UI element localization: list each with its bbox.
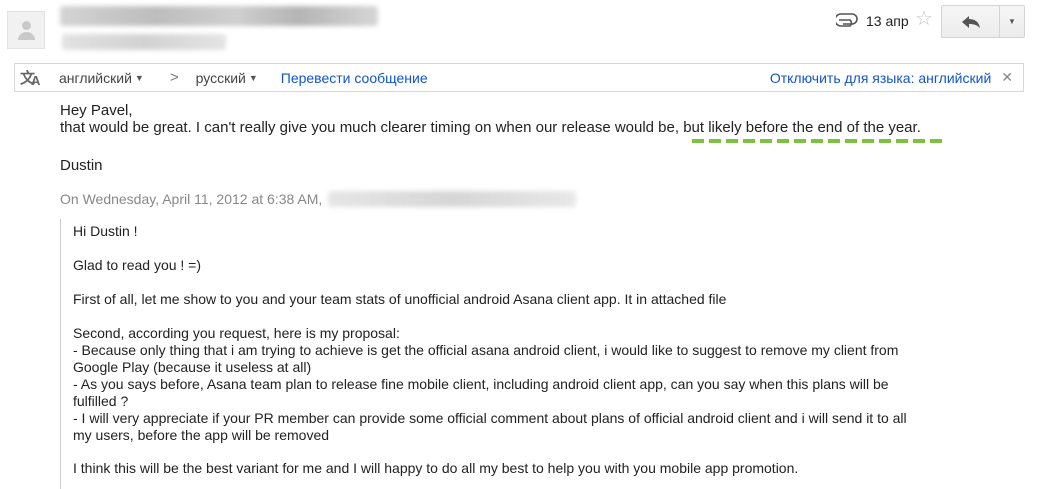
quote-line: fulfilled ?	[73, 393, 129, 409]
caret-down-icon: ▼	[134, 72, 144, 83]
quote-line: Second, according you request, here is m…	[73, 325, 400, 341]
quote-line: First of all, let me show to you and you…	[73, 291, 727, 307]
caret-down-icon: ▼	[248, 72, 258, 83]
recipient-redacted	[62, 34, 226, 50]
quote-header[interactable]: On Wednesday, April 11, 2012 at 6:38 AM,	[60, 191, 577, 207]
chevron-right-icon: >	[169, 69, 179, 86]
quote-line: Hi Dustin !	[73, 223, 138, 239]
source-language-select[interactable]: английский ▼	[59, 70, 144, 86]
message-signature: Dustin	[60, 157, 103, 174]
more-actions-button[interactable]: ▼	[1000, 6, 1024, 37]
quote-line: my users, before the app will be removed	[73, 427, 330, 443]
target-language-select[interactable]: русский ▼	[196, 70, 258, 86]
quote-line: - Because only thing that i am trying to…	[73, 342, 899, 358]
message-greeting: Hey Pavel,	[60, 102, 133, 119]
avatar-body	[18, 32, 35, 40]
sender-name-redacted	[60, 6, 378, 26]
quote-line: I think this will be the best variant fo…	[73, 460, 799, 476]
quote-line: Google Play (because it useless at all)	[73, 359, 312, 375]
translate-bar: 文A английский ▼ > русский ▼ Перевести со…	[14, 63, 1024, 92]
chevron-down-icon: ▼	[1008, 17, 1016, 26]
disable-translation-link[interactable]: Отключить для языка: английский	[770, 70, 991, 86]
star-icon[interactable]: ☆	[915, 9, 933, 29]
reply-button-group: ▼	[941, 5, 1025, 38]
message-line: that would be great. I can't really give…	[60, 119, 921, 136]
quote-line: - As you says before, Asana team plan to…	[73, 376, 889, 392]
paperclip-icon	[836, 13, 858, 27]
message-date: 13 апр	[866, 13, 909, 29]
highlight-squiggle	[692, 139, 942, 143]
quote-header-text: On Wednesday, April 11, 2012 at 6:38 AM,	[60, 191, 323, 207]
target-language-label: русский	[195, 69, 246, 86]
quoted-message: Hi Dustin ! Glad to read you ! =) First …	[60, 219, 960, 489]
translate-icon: 文A	[20, 69, 41, 88]
quote-sender-redacted	[328, 191, 577, 207]
quote-line: Glad to read you ! =)	[73, 257, 202, 273]
close-icon[interactable]: ✕	[1001, 69, 1013, 86]
quote-line: - I will very appreciate if your PR memb…	[73, 410, 907, 426]
translate-message-link[interactable]: Перевести сообщение	[281, 70, 428, 86]
source-language-label: английский	[59, 69, 132, 86]
reply-icon	[961, 15, 980, 28]
reply-button[interactable]	[942, 6, 1000, 37]
avatar-head	[22, 21, 31, 30]
avatar	[7, 11, 45, 49]
